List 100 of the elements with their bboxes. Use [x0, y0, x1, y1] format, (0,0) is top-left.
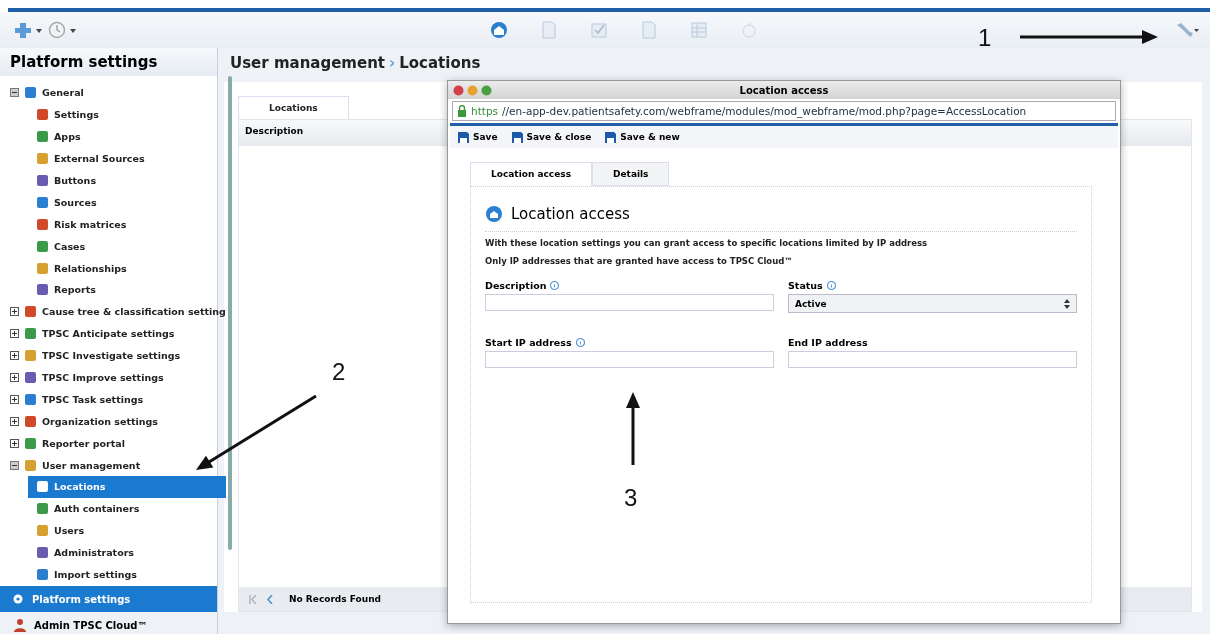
save-button[interactable]: Save & close — [511, 131, 592, 143]
column-header[interactable]: Description — [245, 126, 304, 136]
pager-status: No Records Found — [289, 594, 381, 604]
field-label: Description — [485, 280, 547, 291]
tree-item[interactable]: Cause tree & classification setting — [0, 300, 226, 323]
intro-text: Only IP addresses that are granted have access to TPSC Cloud™ — [485, 256, 794, 266]
tree-item[interactable]: TPSC Improve settings — [0, 366, 226, 389]
item-icon — [36, 152, 49, 166]
breadcrumb-separator: › — [389, 54, 396, 72]
first-page-icon[interactable] — [249, 594, 257, 604]
item-icon — [36, 108, 49, 122]
collapse-icon[interactable] — [10, 88, 19, 98]
tree-item[interactable]: Settings — [0, 103, 226, 126]
intro-text: With these location settings you can grant access to specific locations limited by IP address — [485, 238, 929, 248]
user-icon — [14, 618, 26, 632]
expand-icon[interactable] — [10, 351, 19, 361]
info-icon[interactable] — [575, 338, 585, 347]
item-icon — [36, 546, 49, 560]
module-icon — [24, 86, 37, 100]
item-icon — [36, 502, 49, 516]
item-icon — [36, 130, 49, 144]
tab[interactable]: Location access — [470, 162, 592, 186]
tree-item[interactable]: Relationships — [0, 257, 226, 279]
field-label: Status — [788, 280, 823, 291]
tree-item[interactable]: Organization settings — [0, 410, 226, 433]
sidebar-title: Platform settings — [0, 48, 217, 76]
tab[interactable]: Details — [592, 162, 670, 186]
tree-item[interactable]: Locations — [28, 476, 226, 498]
info-icon[interactable] — [550, 281, 560, 290]
user-name: Admin TPSC Cloud™ — [34, 619, 148, 631]
window-title: Location access — [739, 84, 829, 96]
gear-icon — [12, 593, 24, 605]
breadcrumb-item: Locations — [399, 54, 481, 72]
tree-item[interactable]: External Sources — [0, 147, 226, 170]
tree-item[interactable]: Administrators — [0, 541, 226, 564]
expand-icon[interactable] — [10, 394, 19, 404]
tree-item[interactable]: Cases — [0, 235, 226, 258]
breadcrumb-item[interactable]: User management — [230, 54, 386, 72]
tree-item[interactable]: TPSC Investigate settings — [0, 344, 226, 367]
minimize-icon[interactable] — [467, 84, 478, 96]
tree-item[interactable]: Apps — [0, 125, 226, 148]
tree-item[interactable]: TPSC Anticipate settings — [0, 322, 226, 345]
callout-number: 1 — [978, 24, 992, 52]
module-icon — [24, 349, 37, 363]
expand-icon[interactable] — [10, 307, 19, 317]
item-icon — [36, 524, 49, 538]
tree-item[interactable]: Buttons — [0, 169, 226, 192]
close-icon[interactable] — [453, 84, 464, 96]
previous-page-icon[interactable] — [267, 594, 273, 604]
tree-item[interactable]: Users — [0, 519, 226, 542]
module-icon — [24, 414, 37, 428]
status-select[interactable]: Active — [788, 294, 1077, 313]
module-icon — [24, 371, 37, 384]
module-icon — [24, 327, 37, 341]
tree-item[interactable]: Import settings — [0, 563, 226, 586]
module-icon — [24, 436, 37, 450]
item-icon — [36, 239, 49, 253]
module-icon — [24, 392, 37, 406]
item-icon — [36, 217, 49, 231]
address-bar[interactable]: https //en-app-dev.patientsafety.com/webframe/modules/mod_webframe/mod.php?page=AccessLocation — [452, 101, 1116, 121]
tree-item[interactable]: Sources — [0, 191, 226, 214]
expand-icon[interactable] — [10, 416, 19, 426]
tab[interactable]: Locations — [238, 96, 349, 119]
text-field[interactable] — [788, 351, 1077, 368]
item-icon — [36, 283, 49, 297]
lock-icon — [457, 105, 467, 117]
item-icon — [36, 480, 49, 494]
clock-dropdown-icon[interactable] — [48, 21, 78, 39]
tree-item[interactable]: Auth containers — [0, 497, 226, 520]
tree-item[interactable]: Reports — [0, 279, 226, 301]
item-icon — [36, 568, 49, 582]
add-dropdown-icon[interactable] — [14, 21, 44, 39]
save-button[interactable]: Save & new — [605, 131, 680, 143]
save-button[interactable]: Save — [458, 131, 498, 143]
maximize-icon[interactable] — [481, 84, 492, 96]
tree-item[interactable]: Risk matrices — [0, 213, 226, 236]
field-label: End IP address — [788, 337, 868, 348]
expand-icon[interactable] — [10, 373, 19, 382]
text-field[interactable] — [485, 351, 774, 368]
tree-item[interactable]: Reporter portal — [0, 432, 226, 455]
callout-number: 3 — [624, 484, 638, 512]
section-heading: Location access — [511, 205, 630, 223]
callout-number: 2 — [332, 358, 346, 386]
item-icon — [36, 261, 49, 275]
info-icon[interactable] — [826, 281, 836, 290]
tree-item[interactable]: General — [0, 82, 226, 104]
expand-icon[interactable] — [10, 329, 19, 339]
tree-item[interactable]: TPSC Task settings — [0, 388, 226, 411]
item-icon — [36, 174, 49, 187]
module-icon — [24, 458, 37, 472]
text-field[interactable] — [485, 294, 774, 311]
expand-icon[interactable] — [10, 438, 19, 448]
stepper-icon — [1064, 298, 1070, 309]
item-icon — [36, 195, 49, 209]
home-icon[interactable] — [489, 20, 509, 40]
collapse-icon[interactable] — [10, 460, 19, 470]
scrollbar[interactable] — [227, 76, 232, 550]
module-icon — [24, 305, 37, 319]
platform-settings-button[interactable]: Platform settings — [0, 586, 217, 612]
tree-item[interactable]: User management — [0, 454, 226, 477]
